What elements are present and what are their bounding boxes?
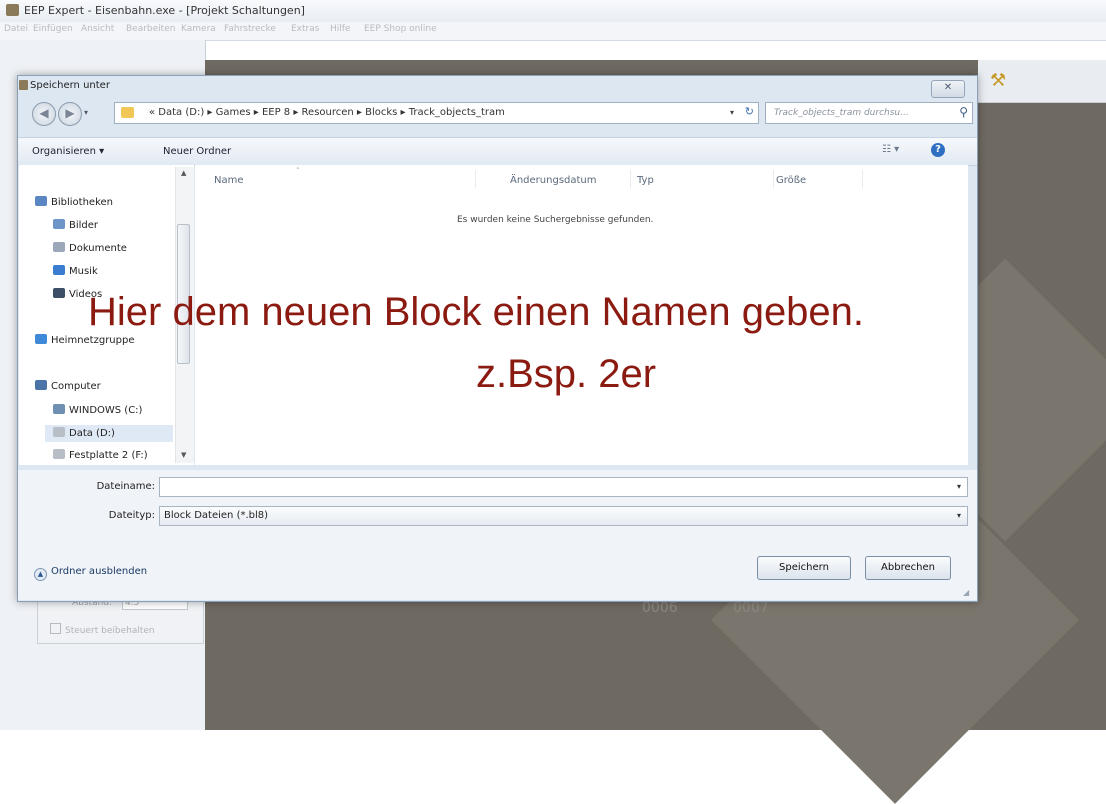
save-button[interactable]: Speichern	[757, 556, 851, 580]
column-header-name[interactable]: Name	[214, 175, 244, 186]
address-dropdown-icon[interactable]: ▾	[730, 108, 734, 117]
nav-item-musik[interactable]: Musik	[53, 265, 98, 277]
instruction-overlay-line2: z.Bsp. 2er	[476, 352, 657, 396]
drive-f-icon	[53, 449, 65, 459]
filetype-label: Dateityp:	[108, 510, 155, 521]
app-title-bar: EEP Expert - Eisenbahn.exe - [Projekt Sc…	[0, 0, 1106, 22]
filetype-select[interactable]: Block Dateien (*.bl8) ▾	[159, 506, 968, 526]
back-button[interactable]: ◀	[32, 102, 56, 126]
search-input[interactable]: Track_objects_tram durchsu... ⚲	[765, 102, 973, 124]
menu-hilfe[interactable]: Hilfe	[330, 24, 350, 34]
app-menu-bar: Datei Einfügen Ansicht Bearbeiten Kamera…	[0, 22, 1106, 41]
empty-results-message: Es wurden keine Suchergebnisse gefunden.	[457, 215, 654, 225]
back-arrow-icon: ◀	[39, 106, 49, 120]
menu-kamera[interactable]: Kamera	[181, 24, 216, 34]
menu-ansicht[interactable]: Ansicht	[81, 24, 114, 34]
signal-counter: 0007	[733, 600, 769, 616]
menu-eep-shop[interactable]: EEP Shop online	[364, 24, 437, 34]
forward-button[interactable]: ▶	[58, 102, 82, 126]
documents-icon	[53, 242, 65, 252]
breadcrumb[interactable]: « Data (D:) ▸ Games ▸ EEP 8 ▸ Resourcen …	[149, 107, 505, 118]
menu-einfuegen[interactable]: Einfügen	[33, 24, 73, 34]
sort-indicator-icon: ˄	[296, 167, 300, 175]
nav-item-bibliotheken[interactable]: Bibliotheken	[35, 196, 113, 208]
refresh-icon[interactable]: ↻	[745, 105, 754, 118]
filetype-value: Block Dateien (*.bl8)	[164, 510, 269, 521]
signal-counter: 0006	[642, 600, 678, 616]
instruction-overlay-line1: Hier dem neuen Block einen Namen geben.	[88, 290, 865, 334]
column-separator[interactable]	[862, 170, 863, 188]
folder-icon	[121, 107, 134, 118]
column-header-size[interactable]: Größe	[776, 175, 806, 186]
computer-icon	[35, 380, 47, 390]
view-options-icon[interactable]: ☷ ▾	[882, 144, 899, 155]
menu-datei[interactable]: Datei	[4, 24, 28, 34]
search-placeholder: Track_objects_tram durchsu...	[774, 108, 909, 118]
cancel-button[interactable]: Abbrechen	[865, 556, 951, 580]
filename-input[interactable]: ▾	[159, 477, 968, 497]
dialog-title: Speichern unter	[30, 80, 110, 91]
column-separator[interactable]	[630, 170, 631, 188]
right-toolbar: ⚒	[978, 60, 1106, 103]
recent-pages-dropdown[interactable]: ▾	[84, 108, 88, 117]
filename-label: Dateiname:	[96, 481, 155, 492]
steuer-label: Steuert beibehalten	[65, 626, 155, 636]
homegroup-icon	[35, 334, 47, 344]
nav-item-festplatte-f[interactable]: Festplatte 2 (F:)	[53, 449, 148, 461]
command-bar	[18, 137, 977, 166]
column-separator[interactable]	[475, 170, 476, 188]
search-icon[interactable]: ⚲	[959, 105, 968, 119]
close-icon: ✕	[943, 82, 953, 93]
nav-item-data-d[interactable]: Data (D:)	[53, 427, 115, 439]
app-title: EEP Expert - Eisenbahn.exe - [Projekt Sc…	[24, 4, 305, 17]
scroll-up-icon[interactable]: ▲	[181, 169, 186, 177]
menu-bearbeiten[interactable]: Bearbeiten	[126, 24, 175, 34]
scroll-down-icon[interactable]: ▼	[181, 451, 186, 459]
app-icon	[6, 4, 19, 16]
checkbox-icon[interactable]	[50, 623, 61, 634]
new-folder-button[interactable]: Neuer Ordner	[163, 146, 231, 157]
nav-item-heimnetzgruppe[interactable]: Heimnetzgruppe	[35, 334, 135, 346]
nav-item-computer[interactable]: Computer	[35, 380, 101, 392]
menu-fahrstrecke[interactable]: Fahrstrecke	[224, 24, 276, 34]
hide-folders-toggle[interactable]: ▲ Ordner ausblenden	[34, 566, 147, 581]
chevron-up-icon: ▲	[34, 568, 47, 581]
tools-icon[interactable]: ⚒	[990, 70, 1006, 91]
column-separator[interactable]	[773, 170, 774, 188]
chevron-down-icon[interactable]: ▾	[957, 482, 961, 491]
column-header-type[interactable]: Typ	[637, 175, 654, 186]
address-bar[interactable]: « Data (D:) ▸ Games ▸ EEP 8 ▸ Resourcen …	[114, 102, 759, 124]
dialog-close-button[interactable]: ✕	[931, 80, 965, 98]
nav-item-dokumente[interactable]: Dokumente	[53, 242, 127, 254]
menu-extras[interactable]: Extras	[291, 24, 319, 34]
nav-item-bilder[interactable]: Bilder	[53, 219, 98, 231]
drive-d-icon	[53, 427, 65, 437]
steuer-checkbox[interactable]: Steuert beibehalten	[50, 623, 155, 636]
chevron-down-icon[interactable]: ▾	[957, 511, 961, 520]
resize-grip-icon[interactable]: ◢	[963, 588, 969, 597]
dialog-icon	[19, 80, 28, 90]
drive-c-icon	[53, 404, 65, 414]
pictures-icon	[53, 219, 65, 229]
videos-icon	[53, 288, 65, 298]
hide-folders-label: Ordner ausblenden	[51, 566, 148, 577]
help-icon[interactable]: ?	[931, 143, 945, 157]
organize-button[interactable]: Organisieren ▾	[32, 146, 104, 157]
forward-arrow-icon: ▶	[65, 106, 75, 120]
library-icon	[35, 196, 47, 206]
nav-item-windows-c[interactable]: WINDOWS (C:)	[53, 404, 142, 416]
music-icon	[53, 265, 65, 275]
column-header-date[interactable]: Änderungsdatum	[510, 175, 597, 186]
